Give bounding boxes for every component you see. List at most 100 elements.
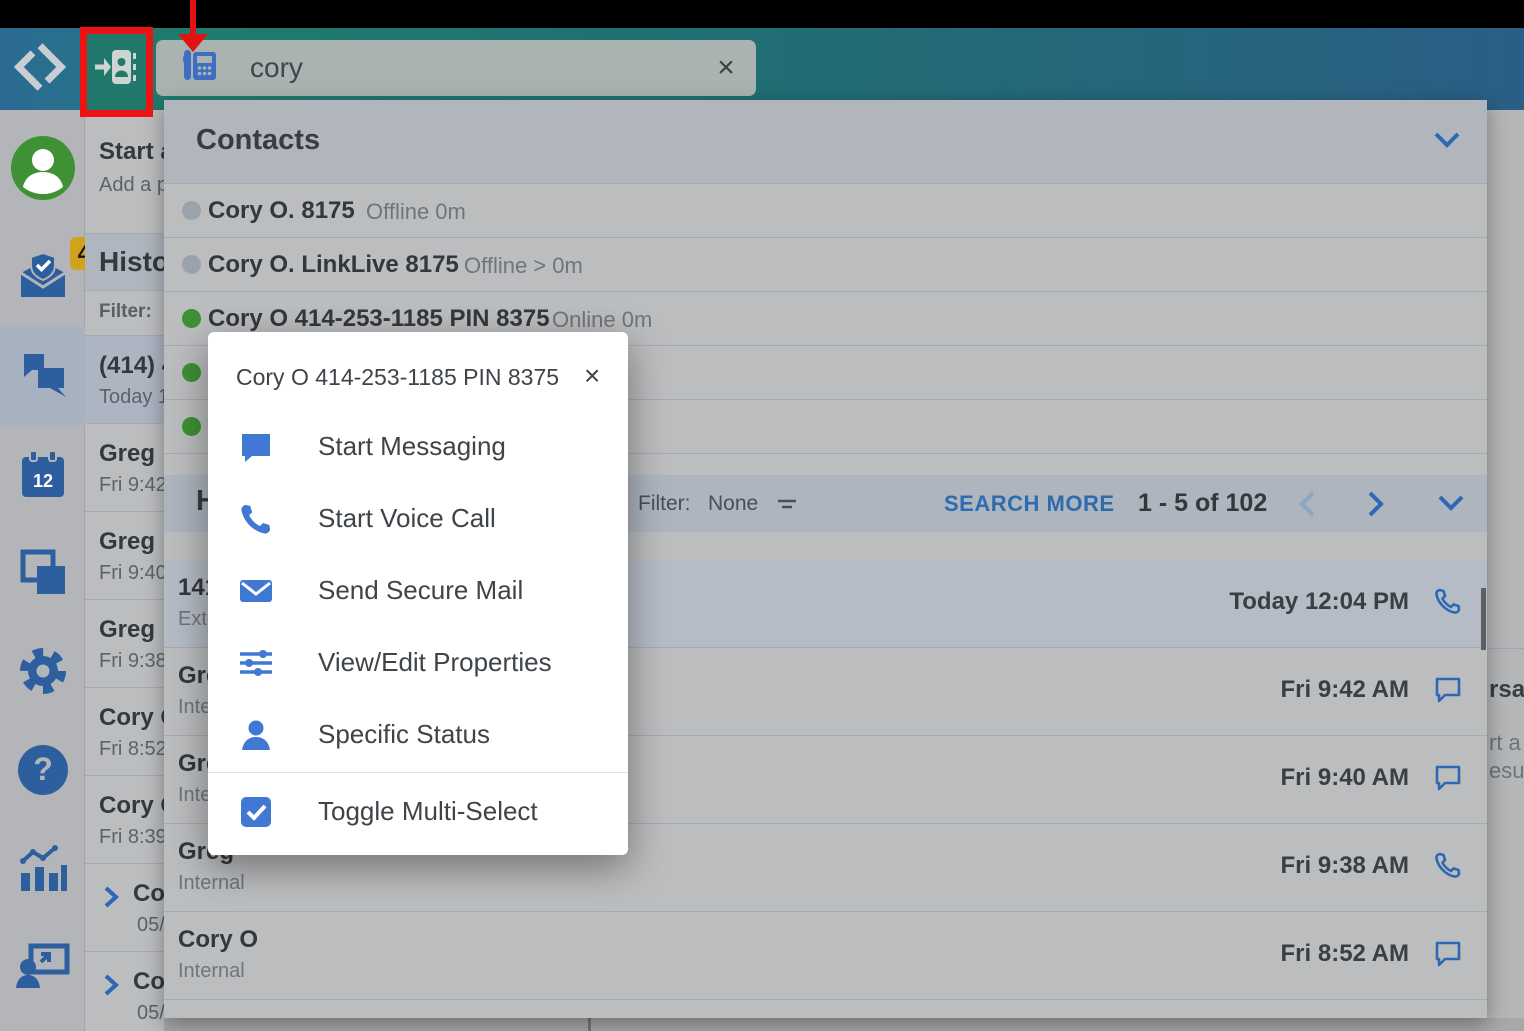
search-input-value[interactable]: cory — [250, 52, 696, 84]
history-filter-row[interactable]: Filter: — [85, 290, 164, 335]
call-type-icon — [1433, 938, 1463, 968]
history-result-row[interactable]: Cory O Internal Fri 8:52 AM — [164, 912, 1487, 1000]
envelope-icon — [238, 573, 274, 609]
sidebar-item-supervisor[interactable] — [0, 920, 85, 1018]
presence-dot — [182, 417, 201, 436]
clear-search-button[interactable]: × — [696, 40, 756, 96]
sidebar-item-analytics[interactable] — [0, 822, 85, 920]
history-sub: Inte — [178, 696, 211, 719]
entry-name: Cory O — [99, 704, 164, 732]
collapse-history-chevron-icon[interactable] — [1436, 493, 1466, 518]
svg-text:?: ? — [33, 751, 53, 787]
contacts-title: Contacts — [196, 124, 320, 157]
history-time: Today 12:04 PM — [1229, 588, 1409, 616]
sliders-icon — [238, 645, 274, 681]
person-icon — [238, 717, 274, 753]
contact-directory-button[interactable] — [80, 28, 153, 110]
conversation-text-fragment: rt a — [1489, 730, 1521, 756]
filter-icon[interactable] — [776, 497, 798, 518]
history-entry-group[interactable]: Cor 05/3 — [85, 951, 164, 1031]
history-name: Cory O — [178, 926, 258, 954]
menu-item-label: Send Secure Mail — [318, 575, 523, 606]
secure-mail-icon: 4 — [17, 251, 69, 306]
presence-dot — [182, 309, 201, 328]
entry-name: Greg — [99, 528, 155, 556]
app-header: cory × — [0, 28, 1524, 110]
expand-chevron-icon[interactable] — [101, 972, 121, 1003]
history-entry-group[interactable]: Cor 05/3 — [85, 863, 164, 951]
filter-label: Filter: — [99, 301, 152, 323]
phone-icon — [238, 501, 274, 537]
call-type-icon — [1433, 674, 1463, 704]
entry-name: Cor — [133, 968, 164, 996]
history-time: Fri 9:40 AM — [1281, 764, 1409, 792]
entry-time: 05/3 — [137, 914, 164, 937]
sidebar-item-help[interactable]: ? — [0, 723, 85, 821]
conversation-text-fragment: esur — [1489, 758, 1524, 784]
scrollbar-thumb[interactable] — [1481, 588, 1486, 650]
history-time: Fri 9:38 AM — [1281, 852, 1409, 880]
entry-name: (414) 4 — [99, 352, 164, 380]
sidebar-item-secure-mail[interactable]: 4 — [0, 229, 85, 327]
start-conversation-block[interactable]: Start a Add a p — [85, 110, 164, 233]
contact-name: Cory O 414-253-1185 PIN 8375 — [208, 305, 550, 333]
entry-time: Fri 9:38 — [99, 650, 164, 673]
entry-time: Today 1 — [99, 386, 164, 409]
sidebar-item-profile-status[interactable] — [0, 121, 85, 219]
gear-icon — [16, 644, 70, 703]
sidebar-item-conversations[interactable] — [0, 327, 85, 425]
history-entry[interactable]: Cory O Fri 8:52 — [85, 687, 164, 775]
context-menu-title: Cory O 414-253-1185 PIN 8375 — [236, 364, 559, 391]
history-time: Fri 8:52 AM — [1281, 940, 1409, 968]
start-conversation-label: Start a — [99, 138, 164, 166]
entry-time: Fri 9:40 — [99, 562, 164, 585]
contact-row[interactable]: Cory O. 8175 Offline 0m — [164, 184, 1487, 238]
filter-value[interactable]: None — [708, 492, 758, 516]
menu-item-view-edit-properties[interactable]: View/Edit Properties — [208, 627, 628, 699]
entry-time: Fri 8:52 — [99, 738, 164, 761]
add-contact-book-icon — [94, 45, 140, 94]
call-type-icon — [1433, 762, 1463, 792]
entry-name: Cory O — [99, 792, 164, 820]
contact-name: Cory O. 8175 — [208, 197, 355, 225]
contact-row[interactable]: Cory O. LinkLive 8175 Offline > 0m — [164, 238, 1487, 292]
history-heading-label: Histor — [99, 246, 164, 278]
menu-item-toggle-multi-select[interactable]: Toggle Multi-Select — [208, 776, 628, 848]
next-page-chevron-icon[interactable] — [1365, 489, 1387, 524]
divider — [1487, 648, 1524, 649]
checkbox-icon — [238, 794, 274, 830]
sidebar-item-settings[interactable] — [0, 624, 85, 722]
history-time: Fri 9:42 AM — [1281, 676, 1409, 704]
help-icon: ? — [16, 743, 70, 802]
prev-page-chevron-icon[interactable] — [1296, 489, 1318, 524]
contact-search-field[interactable]: cory × — [156, 40, 756, 96]
close-menu-button[interactable]: × — [584, 360, 600, 392]
add-participant-label: Add a p — [99, 174, 164, 197]
history-entry[interactable]: Greg Fri 9:42 — [85, 423, 164, 511]
entry-name: Greg — [99, 616, 155, 644]
history-entry[interactable]: Greg Fri 9:40 — [85, 511, 164, 599]
history-entry[interactable]: Cory O Fri 8:39 — [85, 775, 164, 863]
menu-item-send-secure-mail[interactable]: Send Secure Mail — [208, 555, 628, 627]
supervisor-monitor-icon — [15, 942, 71, 997]
sidebar-item-calendar[interactable]: 12 — [0, 428, 85, 526]
menu-divider — [208, 772, 628, 773]
expand-chevron-icon[interactable] — [101, 884, 121, 915]
collapse-contacts-chevron-icon[interactable] — [1432, 130, 1462, 155]
history-section-heading: Histor — [85, 233, 164, 290]
menu-item-start-messaging[interactable]: Start Messaging — [208, 411, 628, 483]
contact-status: Online 0m — [552, 307, 652, 333]
call-type-icon — [1433, 850, 1463, 880]
history-entry[interactable]: Greg Fri 9:38 — [85, 599, 164, 687]
conversation-title-fragment: rsat — [1489, 676, 1524, 704]
filter-label: Filter: — [638, 492, 691, 516]
history-entry[interactable]: (414) 4 Today 1 — [85, 335, 164, 423]
presence-dot — [182, 201, 201, 220]
contact-status: Offline 0m — [366, 199, 466, 225]
search-more-button[interactable]: SEARCH MORE — [944, 491, 1115, 517]
menu-item-specific-status[interactable]: Specific Status — [208, 699, 628, 771]
contact-name: Cory O. LinkLive 8175 — [208, 251, 459, 279]
app-logo[interactable] — [0, 28, 80, 110]
sidebar-item-windows[interactable] — [0, 526, 85, 624]
menu-item-start-voice-call[interactable]: Start Voice Call — [208, 483, 628, 555]
